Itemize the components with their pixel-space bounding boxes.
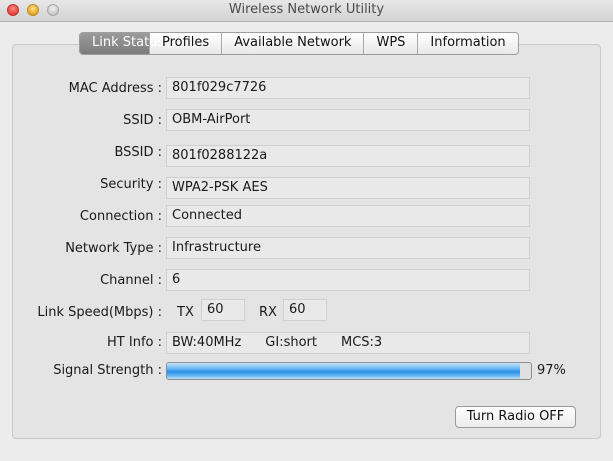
security-value: WPA2-PSK AES (166, 177, 530, 199)
wireless-utility-window: Wireless Network Utility Link Status Pro… (0, 0, 613, 461)
rx-value: 60 (283, 299, 327, 321)
rx-label: RX (259, 305, 277, 320)
connection-label: Connection : (79, 209, 162, 224)
ht-info-mcs: MCS:3 (341, 335, 383, 350)
tab-wps[interactable]: WPS (363, 33, 417, 54)
tab-link-status[interactable]: Link Status (80, 33, 164, 54)
signal-strength-label: Signal Strength : (53, 363, 162, 378)
signal-strength-fill (167, 363, 521, 379)
network-type-label: Network Type : (65, 241, 162, 256)
tab-profiles[interactable]: Profiles (149, 33, 221, 54)
tx-value: 60 (201, 299, 245, 321)
signal-strength-bar (166, 362, 532, 380)
connection-value: Connected (166, 205, 530, 227)
ssid-value: OBM-AirPort (166, 109, 530, 131)
turn-radio-off-button[interactable]: Turn Radio OFF (455, 406, 576, 428)
tab-information[interactable]: Information (417, 33, 517, 54)
title-bar: Wireless Network Utility (0, 0, 613, 22)
tab-bar: Link Status Profiles Available Network W… (79, 32, 519, 55)
ssid-label: SSID : (123, 113, 162, 128)
mac-address-label: MAC Address : (68, 81, 162, 96)
link-speed-label: Link Speed(Mbps) : (37, 305, 162, 320)
window-title: Wireless Network Utility (228, 2, 385, 17)
signal-strength-percent: 97% (537, 363, 566, 378)
mac-address-value: 801f029c7726 (166, 77, 530, 99)
ht-info-label: HT Info : (107, 335, 162, 350)
ht-info-gi: GI:short (265, 335, 317, 350)
channel-label: Channel : (100, 273, 162, 288)
tab-available-network[interactable]: Available Network (221, 33, 363, 54)
bssid-value: 801f0288122a (166, 145, 530, 167)
bssid-label: BSSID : (114, 145, 162, 160)
security-label: Security : (100, 177, 162, 192)
network-type-value: Infrastructure (166, 237, 530, 259)
tx-label: TX (177, 305, 194, 320)
channel-value: 6 (166, 269, 530, 291)
ht-info-bw: BW:40MHz (172, 335, 242, 350)
ht-info-value: BW:40MHz GI:short MCS:3 (166, 332, 530, 354)
